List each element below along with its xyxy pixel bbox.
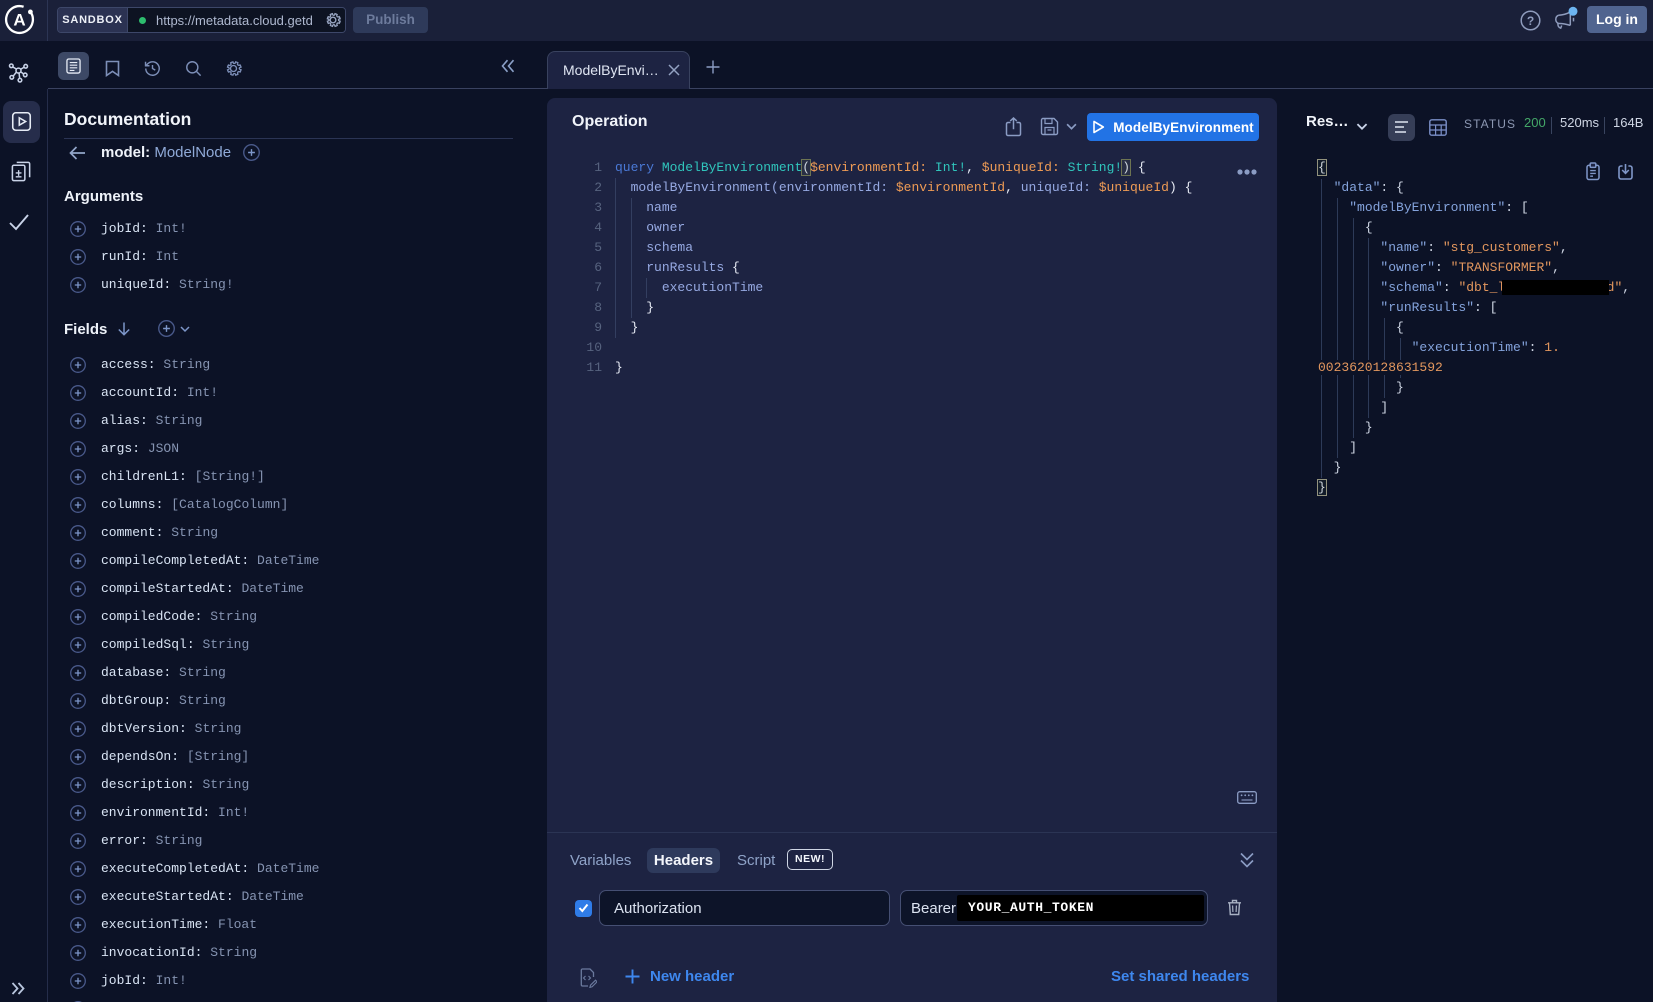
svg-text:A: A — [13, 11, 25, 30]
svg-text:?: ? — [1527, 14, 1534, 28]
